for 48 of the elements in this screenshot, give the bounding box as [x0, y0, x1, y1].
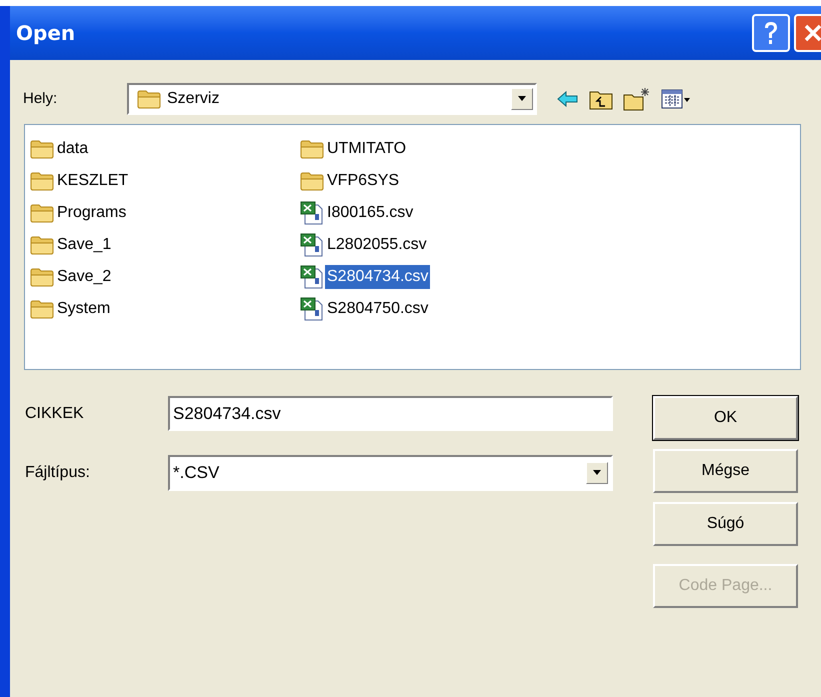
file-list-item[interactable]: data [55, 137, 90, 161]
spreadsheet-file-icon [300, 233, 324, 257]
window-title: Open [16, 20, 76, 47]
spreadsheet-file-icon [300, 265, 324, 289]
file-list-item[interactable]: Save_1 [55, 233, 114, 257]
file-name-field[interactable]: S2804734.csv [168, 396, 613, 431]
help-icon [763, 21, 779, 45]
close-button[interactable] [794, 14, 821, 52]
folder-icon [30, 235, 54, 255]
caret-icon [592, 470, 602, 476]
folder-icon [30, 299, 54, 319]
location-label: Hely: [23, 88, 58, 109]
folder-icon [300, 139, 324, 159]
folder-icon [30, 139, 54, 159]
folder-icon [300, 171, 324, 191]
dropdown-button[interactable] [586, 462, 608, 484]
caret-icon [517, 96, 527, 102]
folder-icon [30, 267, 54, 287]
spreadsheet-file-icon [300, 297, 324, 321]
folder-icon [30, 171, 54, 191]
folder-icon [137, 89, 161, 109]
dialog-button[interactable]: Súgó [653, 502, 798, 546]
location-value: Szerviz [167, 89, 220, 109]
file-list-item[interactable]: System [55, 297, 112, 321]
file-list-item[interactable]: L2802055.csv [325, 233, 429, 257]
new-folder-icon[interactable] [623, 87, 651, 111]
file-type-label: Fájltípus: [25, 463, 91, 483]
file-list-item[interactable]: S2804750.csv [325, 297, 430, 321]
dialog-button[interactable]: Mégse [653, 449, 798, 493]
spreadsheet-file-icon [300, 201, 324, 225]
location-dropdown[interactable]: Szerviz [127, 83, 537, 115]
close-icon [803, 23, 821, 43]
file-list-item[interactable]: Save_2 [55, 265, 114, 289]
help-button[interactable] [752, 14, 790, 52]
back-arrow-icon[interactable] [557, 91, 579, 107]
file-list-item[interactable]: VFP6SYS [325, 169, 402, 193]
file-list-item[interactable]: S2804734.csv [325, 265, 430, 289]
dialog-button[interactable]: OK [653, 396, 798, 440]
file-type-value: *.CSV [173, 462, 220, 484]
file-name-label: CIKKEK [25, 404, 85, 424]
dropdown-button[interactable] [511, 88, 533, 110]
file-list-item[interactable]: UTMITATO [325, 137, 408, 161]
file-list-item[interactable]: I800165.csv [325, 201, 416, 225]
view-menu-icon[interactable] [661, 89, 691, 109]
file-type-dropdown[interactable]: *.CSV [168, 455, 613, 491]
file-list-item[interactable]: KESZLET [55, 169, 130, 193]
file-list-item[interactable]: Programs [55, 201, 128, 225]
folder-icon [30, 203, 54, 223]
